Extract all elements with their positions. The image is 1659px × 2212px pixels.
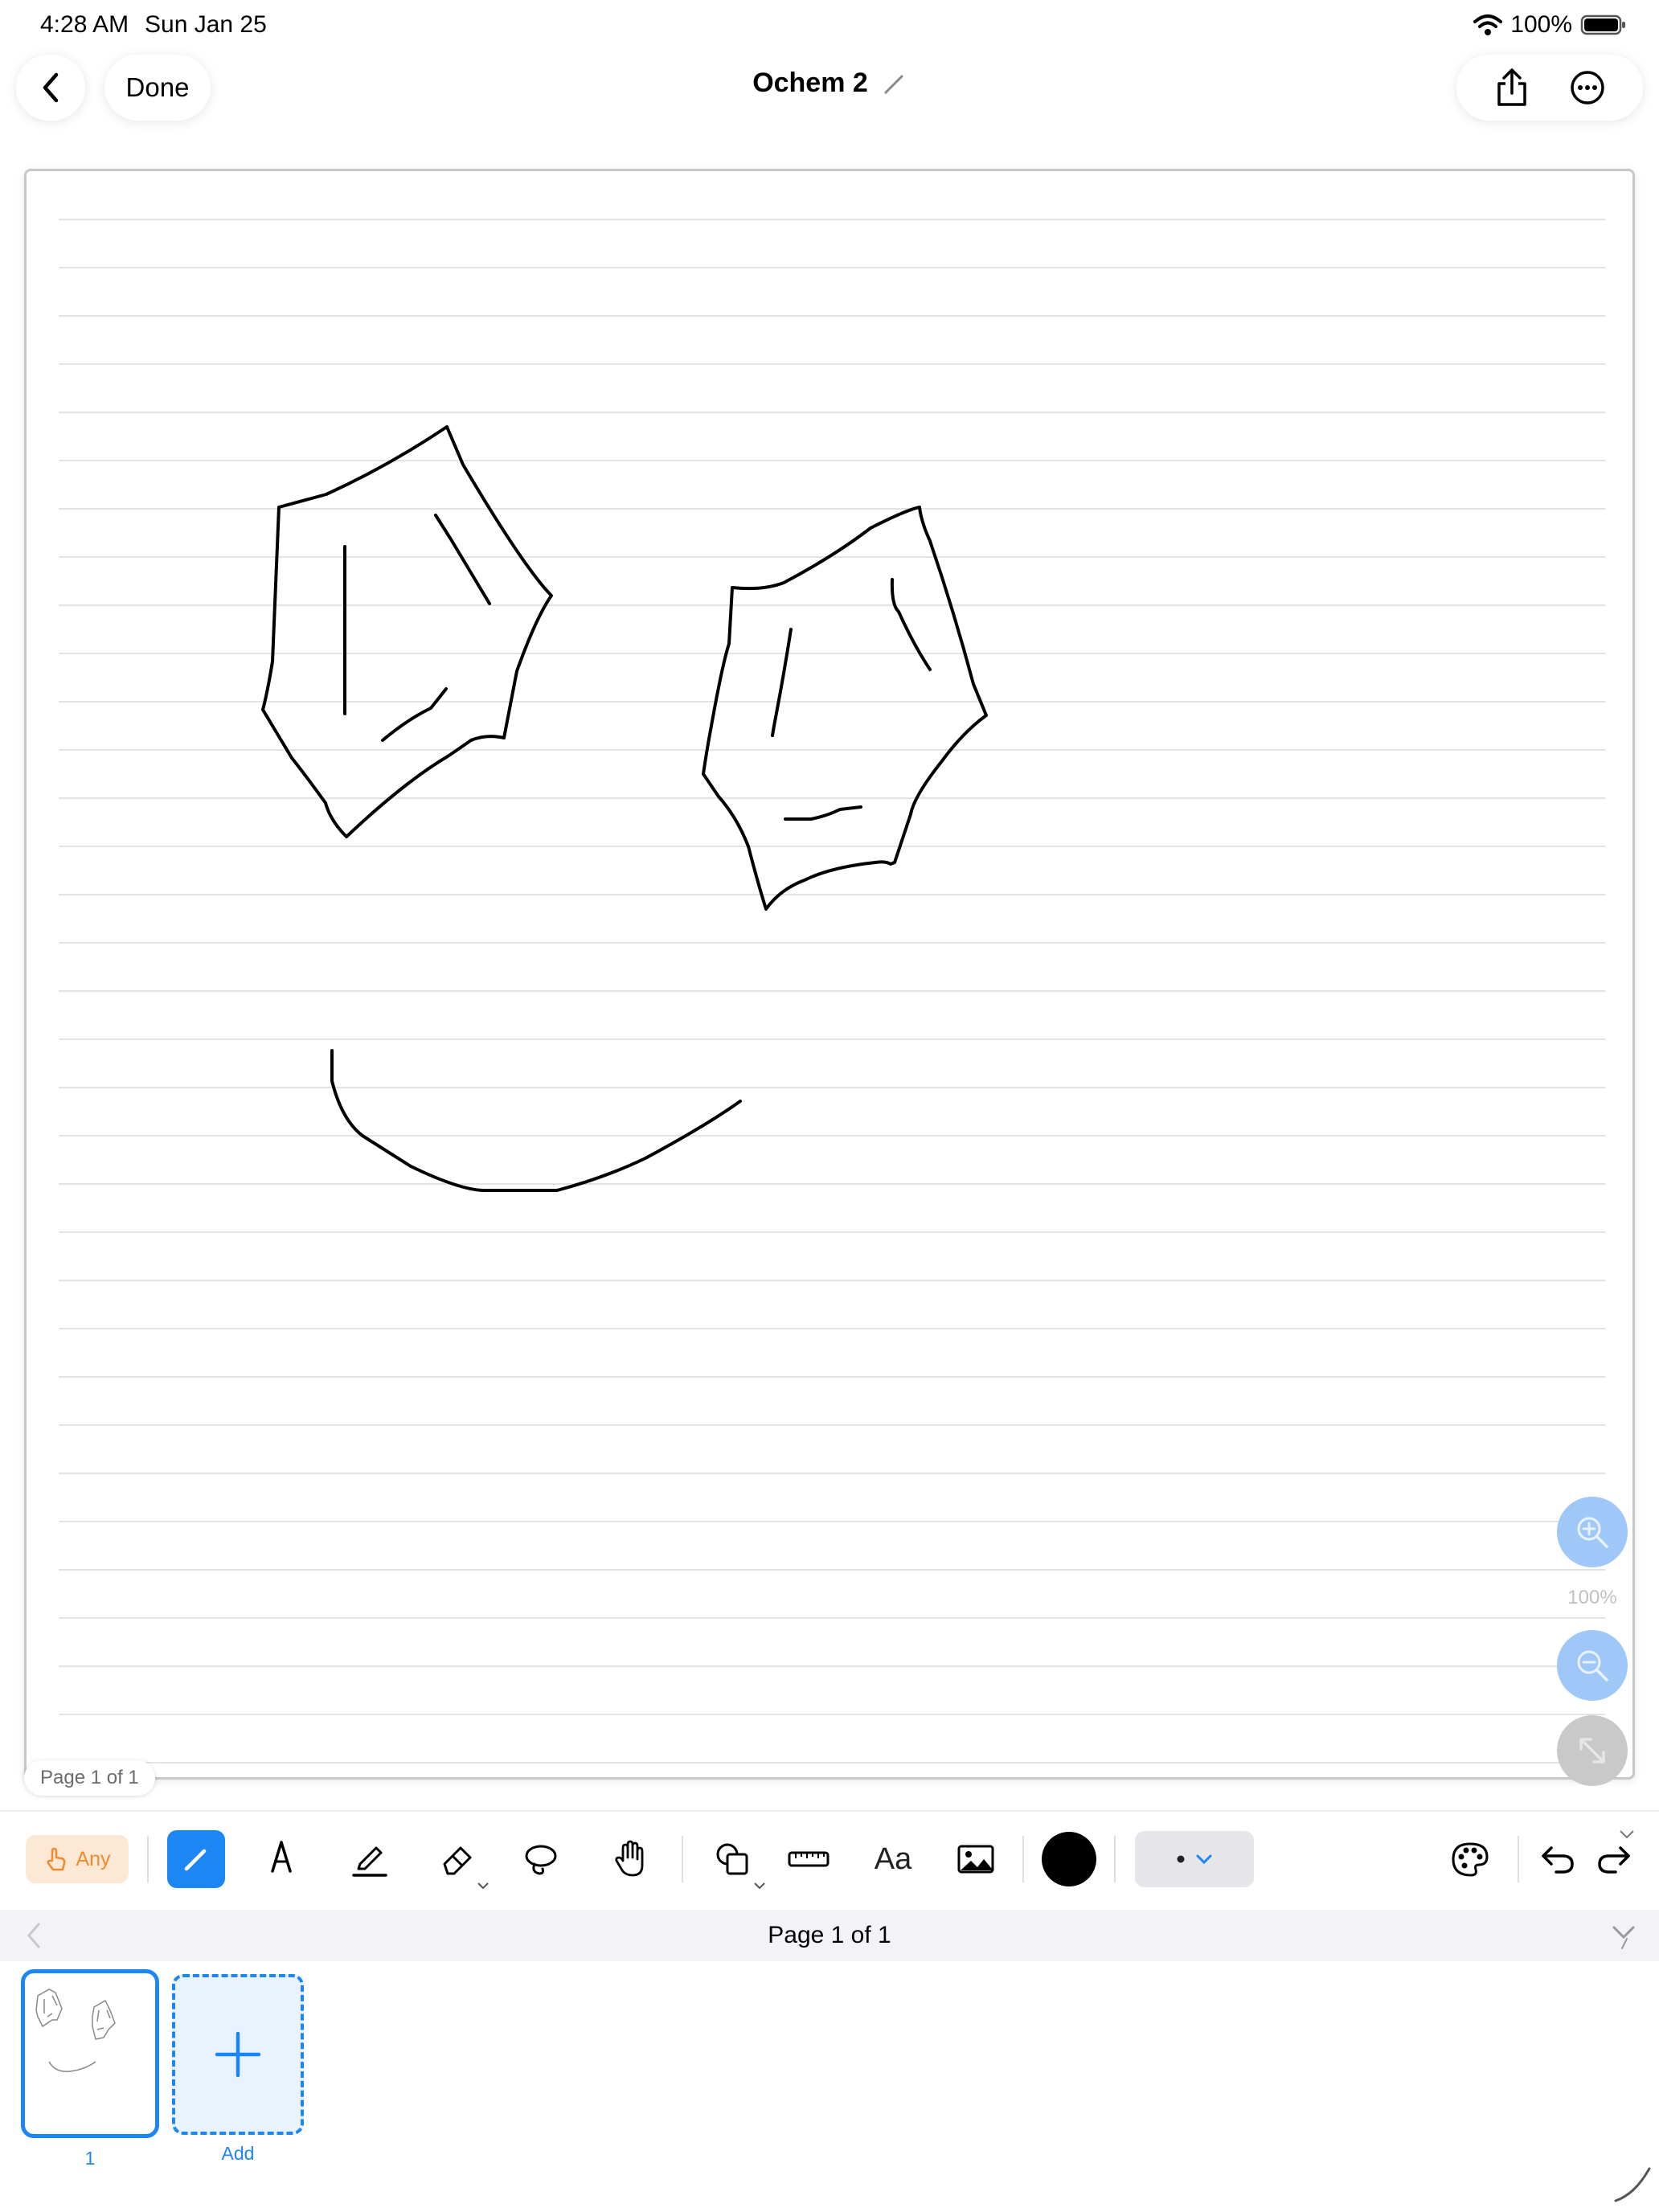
toolbar-separator [1114, 1836, 1116, 1882]
battery-percent: 100% [1510, 11, 1572, 38]
color-picker-button[interactable] [1042, 1832, 1096, 1886]
zoom-out-button[interactable] [1557, 1630, 1628, 1701]
eraser-icon [443, 1846, 472, 1875]
toolbar-separator [682, 1836, 683, 1882]
zoom-out-icon [1577, 1650, 1608, 1682]
collapse-chevron-icon[interactable] [1611, 1921, 1636, 1950]
toolbar-separator [147, 1836, 149, 1882]
toolbar-separator [1518, 1836, 1519, 1882]
toolbar-separator [1022, 1836, 1024, 1882]
zoom-level-label: 100% [1567, 1587, 1617, 1608]
text-tool-button[interactable]: Aa [868, 1829, 918, 1889]
expand-arrows-icon [1579, 1738, 1605, 1763]
highlighter-tool-button[interactable] [346, 1829, 394, 1889]
chevron-down-icon [1196, 1854, 1212, 1865]
battery-icon [1580, 14, 1625, 35]
pen-tool-button[interactable] [167, 1830, 225, 1888]
shapes-tool-button[interactable] [704, 1829, 765, 1890]
shapes-icon [716, 1843, 748, 1875]
input-mode-button[interactable]: Any [26, 1835, 129, 1883]
eraser-tool-button[interactable] [431, 1829, 489, 1890]
note-page-canvas[interactable] [24, 169, 1635, 1780]
handwriting-drawing [59, 219, 1605, 1763]
hand-icon [615, 1840, 644, 1877]
pencil-hover-icon [1614, 2167, 1651, 2202]
actions-group [1456, 55, 1643, 121]
touch-hand-icon [47, 1847, 66, 1871]
page-strip-label: Page 1 of 1 [768, 1922, 891, 1948]
add-page-label: Add [221, 2143, 255, 2164]
wifi-icon [1473, 14, 1503, 35]
palette-icon [1452, 1842, 1489, 1877]
plus-icon [215, 2031, 261, 2078]
chevron-down-icon [477, 1882, 489, 1890]
page-indicator-badge: Page 1 of 1 [24, 1760, 155, 1796]
undo-icon [1542, 1846, 1574, 1874]
toolbar-divider [0, 1810, 1659, 1812]
status-indicators: 100% [1473, 11, 1627, 39]
thumbnail-drawing [35, 1989, 116, 2072]
hand-tool-button[interactable] [603, 1829, 659, 1889]
rename-pencil-icon[interactable] [883, 72, 907, 96]
highlighter-icon [352, 1846, 387, 1877]
zoom-in-icon [1577, 1517, 1608, 1548]
status-date: Sun Jan 25 [145, 11, 267, 38]
page-navigator-bar: Page 1 of 1 [0, 1910, 1659, 1961]
fit-to-screen-button[interactable] [1557, 1715, 1628, 1786]
fountain-pen-tool-button[interactable] [257, 1829, 305, 1889]
page-thumbnail[interactable] [21, 1969, 159, 2138]
dot-icon [1177, 1855, 1185, 1863]
ruled-lines [59, 219, 1605, 1763]
fountain-pen-icon [271, 1841, 292, 1873]
palette-button[interactable] [1444, 1829, 1497, 1889]
input-mode-label: Any [76, 1847, 111, 1870]
zoom-in-button[interactable] [1557, 1497, 1628, 1567]
redo-icon [1598, 1846, 1630, 1874]
document-title-area[interactable]: Ochem 2 [0, 68, 1659, 99]
add-page-button[interactable] [172, 1974, 304, 2135]
image-tool-button[interactable] [952, 1829, 1000, 1889]
document-title[interactable]: Ochem 2 [752, 68, 868, 99]
status-time: 4:28 AM [40, 11, 129, 38]
lasso-icon [525, 1845, 557, 1875]
chevron-down-icon [754, 1882, 765, 1890]
more-options-icon[interactable] [1569, 69, 1606, 106]
previous-page-icon[interactable] [23, 1921, 45, 1950]
ruler-tool-button[interactable] [784, 1829, 833, 1889]
stroke-size-button[interactable] [1135, 1831, 1254, 1887]
pen-icon [184, 1849, 207, 1871]
collapse-toolbar-chevron-icon[interactable] [1617, 1828, 1636, 1841]
ruler-icon [788, 1851, 830, 1867]
image-icon [957, 1845, 994, 1874]
thumbnail-page-number: 1 [84, 2148, 96, 2169]
lasso-tool-button[interactable] [513, 1829, 569, 1889]
undo-button[interactable] [1535, 1829, 1580, 1889]
share-icon[interactable] [1494, 68, 1530, 108]
